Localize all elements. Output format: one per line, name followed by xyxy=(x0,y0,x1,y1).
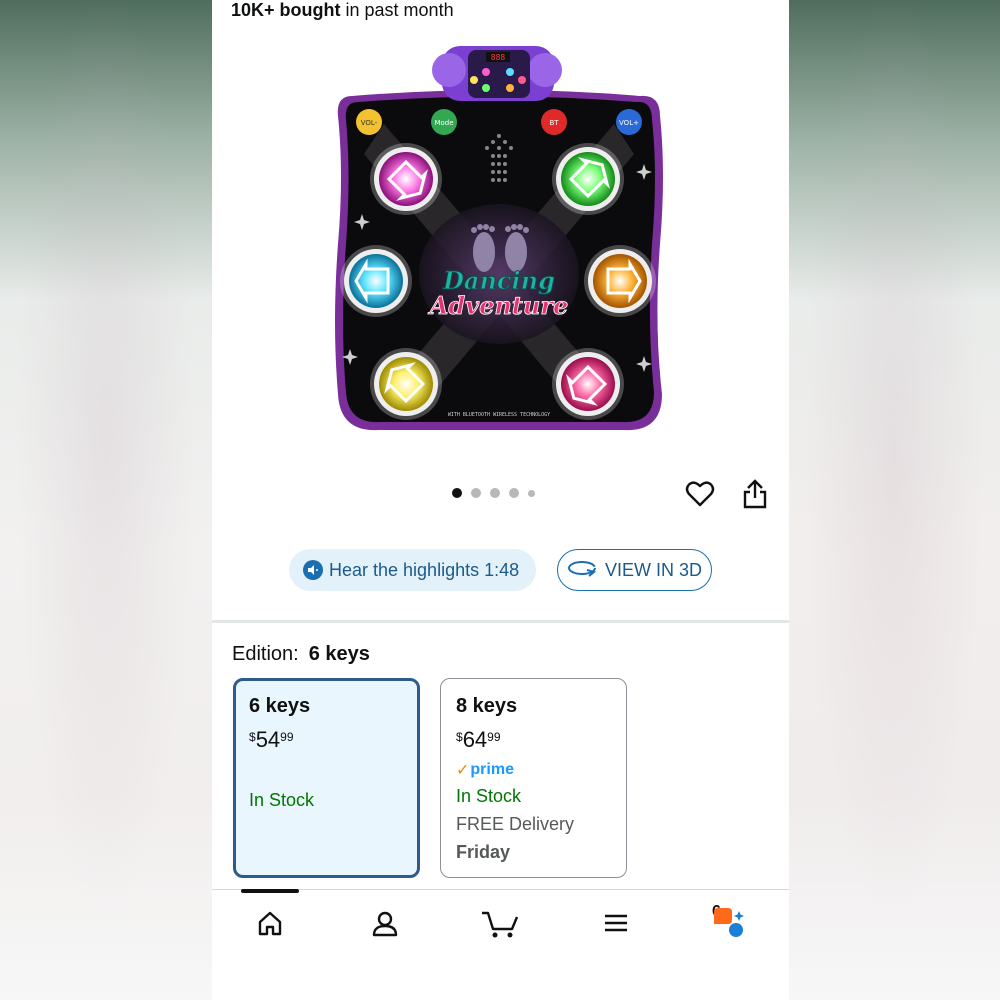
delivery-text: FREE Delivery xyxy=(456,814,575,834)
audio-icon xyxy=(303,560,323,580)
gallery-dot[interactable] xyxy=(509,488,519,498)
background-left xyxy=(0,0,212,1000)
view-in-3d-button[interactable]: VIEW IN 3D xyxy=(557,549,712,591)
svg-text:Adventure: Adventure xyxy=(428,291,569,320)
stock-status: In Stock xyxy=(249,790,315,810)
account-icon[interactable] xyxy=(367,906,403,940)
menu-icon[interactable] xyxy=(598,906,634,940)
app-screen: 10K+ bought in past month 888 VOL- Mode … xyxy=(212,0,789,1000)
edition-option-6-keys[interactable]: 6 keys $54 99 In Stock xyxy=(233,678,420,878)
prime-check-icon: ✓ xyxy=(456,762,470,779)
svg-text:Mode: Mode xyxy=(434,119,453,127)
active-tab-indicator xyxy=(241,889,299,893)
cart-icon[interactable] xyxy=(480,906,520,940)
product-image[interactable]: 888 VOL- Mode BT VOL+ Dancing Adventure … xyxy=(324,44,674,436)
svg-text:888: 888 xyxy=(491,53,506,62)
option-title: 8 keys xyxy=(456,695,518,717)
prime-badge: ✓ prime xyxy=(456,761,514,779)
share-icon[interactable] xyxy=(740,478,770,510)
section-divider xyxy=(212,620,789,623)
wishlist-heart-icon[interactable] xyxy=(684,478,716,510)
gallery-dots[interactable] xyxy=(452,488,535,498)
bought-count-text: 10K+ bought in past month xyxy=(231,0,454,20)
home-icon[interactable] xyxy=(252,906,288,940)
gallery-dot[interactable] xyxy=(471,488,481,498)
edition-option-8-keys[interactable]: 8 keys $64 99 ✓ prime In Stock FREE Delive… xyxy=(440,678,627,878)
option-title: 6 keys xyxy=(249,695,311,717)
svg-text:VOL+: VOL+ xyxy=(619,119,639,127)
option-price: $54 99 xyxy=(249,727,294,752)
edition-label: Edition: 6 keys xyxy=(232,643,370,665)
option-price: $64 99 xyxy=(456,727,501,752)
svg-text:WITH BLUETOOTH WIRELESS TECHNO: WITH BLUETOOTH WIRELESS TECHNOLOGY xyxy=(448,412,550,418)
svg-text:BT: BT xyxy=(549,119,559,127)
svg-text:VOL-: VOL- xyxy=(361,119,378,127)
hear-highlights-label: Hear the highlights 1:48 xyxy=(329,559,520,580)
rotate-3d-icon xyxy=(567,559,597,582)
delivery-day: Friday xyxy=(456,842,511,862)
gallery-dot[interactable] xyxy=(528,489,535,497)
gallery-dot[interactable] xyxy=(452,488,462,498)
stock-status: In Stock xyxy=(456,786,522,806)
background-right xyxy=(788,0,1000,1000)
rufus-icon[interactable] xyxy=(710,906,746,940)
view-in-3d-label: VIEW IN 3D xyxy=(604,559,702,580)
gallery-dot[interactable] xyxy=(490,488,500,498)
hear-highlights-button[interactable]: Hear the highlights 1:48 xyxy=(289,549,536,591)
